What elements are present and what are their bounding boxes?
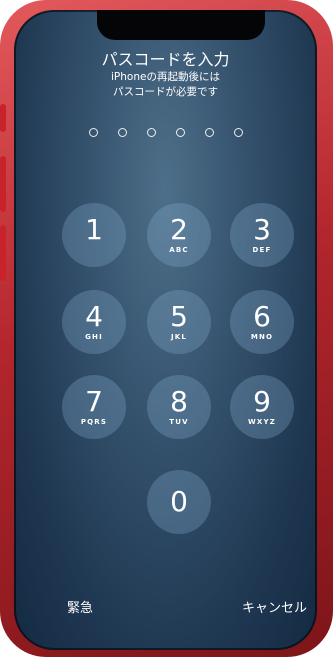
key-digit: 2 <box>170 212 188 246</box>
subtitle-line-1: iPhoneの再起動後には <box>111 71 220 83</box>
key-letters: TUV <box>169 417 189 426</box>
key-letters: PQRS <box>80 417 108 426</box>
passcode-subtitle: iPhoneの再起動後には パスコードが必要です <box>14 70 317 100</box>
key-8[interactable]: 8 TUV <box>147 375 211 439</box>
key-2[interactable]: 2 ABC <box>147 203 211 267</box>
key-3[interactable]: 3 DEF <box>230 203 294 267</box>
key-4[interactable]: 4 GHI <box>62 290 126 354</box>
key-digit: 0 <box>170 485 188 518</box>
notch <box>97 10 265 40</box>
key-digit: 3 <box>253 212 271 246</box>
key-digit: 7 <box>85 384 103 418</box>
passcode-dot <box>117 128 127 137</box>
passcode-dot <box>175 128 185 137</box>
subtitle-line-2: パスコードが必要です <box>113 86 218 98</box>
silent-switch <box>0 104 6 132</box>
key-7[interactable]: 7 PQRS <box>62 375 126 439</box>
passcode-dots <box>14 128 317 137</box>
key-letters: MNO <box>250 332 274 341</box>
key-digit: 9 <box>253 384 271 418</box>
emergency-button[interactable]: 緊急 <box>67 597 93 616</box>
key-digit: 5 <box>170 299 188 333</box>
key-letters: JKL <box>170 332 188 341</box>
key-digit: 1 <box>85 212 103 246</box>
key-letters: ABC <box>169 245 189 254</box>
key-5[interactable]: 5 JKL <box>147 290 211 354</box>
passcode-dot <box>233 128 243 137</box>
lock-screen: パスコードを入力 iPhoneの再起動後には パスコードが必要です 1 2 AB… <box>14 10 317 650</box>
key-digit: 4 <box>85 299 103 333</box>
passcode-title: パスコードを入力 <box>101 50 230 69</box>
key-digit: 6 <box>253 299 271 333</box>
volume-up-button <box>0 156 6 212</box>
cancel-button[interactable]: キャンセル <box>242 597 307 616</box>
key-0[interactable]: 0 <box>147 470 211 534</box>
volume-down-button <box>0 225 6 281</box>
passcode-dot <box>88 128 98 137</box>
key-letters: GHI <box>85 332 103 341</box>
passcode-dot <box>146 128 156 137</box>
key-6[interactable]: 6 MNO <box>230 290 294 354</box>
key-digit: 8 <box>170 384 188 418</box>
passcode-dot <box>204 128 214 137</box>
key-letters: DEF <box>252 245 272 254</box>
key-1[interactable]: 1 <box>62 203 126 267</box>
key-9[interactable]: 9 WXYZ <box>230 375 294 439</box>
key-letters: WXYZ <box>247 417 277 426</box>
